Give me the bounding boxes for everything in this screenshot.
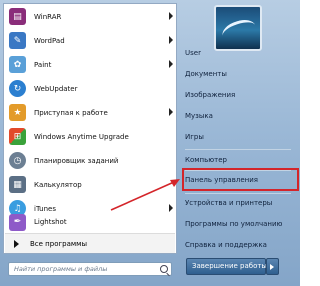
annotation-arrow bbox=[110, 179, 180, 211]
start-menu: ▤ WinRAR ✎ WordPad ✿ Paint ↻ WebUpdater … bbox=[0, 0, 300, 286]
